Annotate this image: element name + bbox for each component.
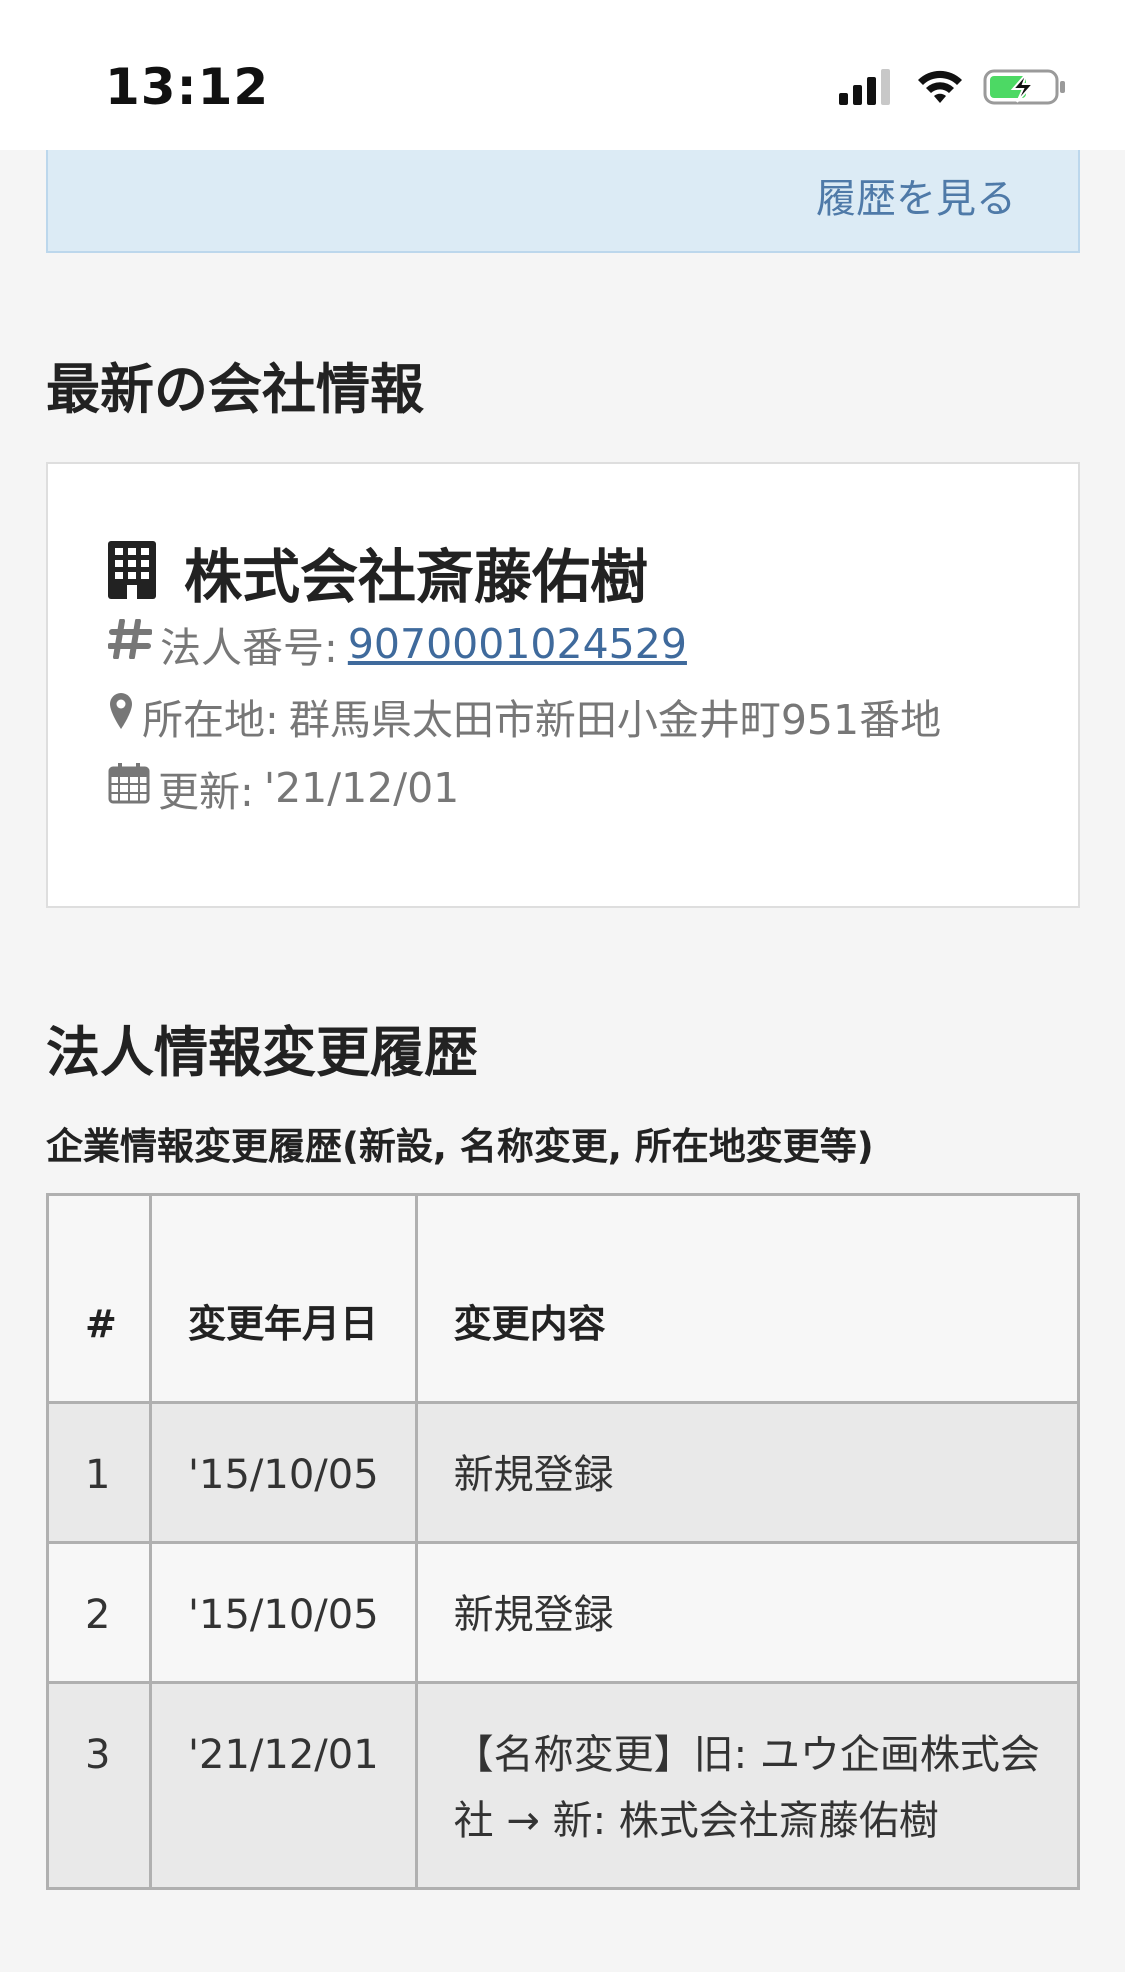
- company-card: 株式会社斎藤佑樹 法人番号: 9070001024529 所在地: 群馬県太田市…: [46, 462, 1080, 908]
- history-banner: 履歴を見る: [46, 150, 1080, 253]
- battery-charging-icon: [983, 67, 1067, 111]
- row-date: '21/12/01: [149, 1681, 418, 1890]
- row-date: '15/10/05: [149, 1401, 418, 1544]
- row-content: 新規登録: [414, 1541, 1081, 1684]
- hash-icon: [107, 618, 153, 669]
- table-row: 3 '21/12/01 【名称変更】旧: ユウ企画株式会社 → 新: 株式会社斎…: [46, 1681, 1081, 1890]
- company-name-row: 株式会社斎藤佑樹: [108, 530, 648, 614]
- row-content: 新規登録: [414, 1401, 1081, 1544]
- latest-info-title: 最新の会社情報: [46, 358, 424, 421]
- building-icon: [108, 541, 156, 603]
- table-row: 1 '15/10/05 新規登録: [46, 1401, 1081, 1544]
- status-bar: 13:12: [0, 0, 1125, 150]
- company-name: 株式会社斎藤佑樹: [184, 543, 649, 611]
- status-time: 13:12: [105, 58, 270, 116]
- row-num: 1: [46, 1401, 152, 1544]
- row-num: 2: [46, 1541, 152, 1684]
- corp-number-row: 法人番号: 9070001024529: [107, 614, 687, 674]
- table-row: 2 '15/10/05 新規登録: [46, 1541, 1081, 1684]
- page-content: 履歴を見る 最新の会社情報 株式会社斎藤佑樹 法人番号: 90700010245…: [46, 150, 1081, 1890]
- status-icons: [837, 64, 1067, 114]
- table-header-row: # 変更年月日 変更内容: [46, 1193, 1081, 1404]
- address-value: 群馬県太田市新田小金井町951番地: [288, 696, 942, 744]
- change-history-title: 法人情報変更履歴: [46, 1021, 478, 1084]
- change-history-table: # 変更年月日 変更内容 1 '15/10/05 新規登録 2 '15/10/0…: [46, 1193, 1081, 1890]
- map-marker-icon: [108, 691, 134, 741]
- row-date: '15/10/05: [149, 1541, 418, 1684]
- header-content: 変更内容: [414, 1193, 1081, 1404]
- wifi-icon: [915, 67, 965, 111]
- address-label: 所在地:: [142, 696, 279, 744]
- updated-label: 更新:: [158, 768, 254, 816]
- updated-row: 更新: '21/12/01: [108, 758, 459, 818]
- row-content: 【名称変更】旧: ユウ企画株式会社 → 新: 株式会社斎藤佑樹: [414, 1681, 1081, 1890]
- change-history-caption: 企業情報変更履歴(新設, 名称変更, 所在地変更等): [46, 1125, 874, 1168]
- calendar-icon: [108, 762, 150, 814]
- header-date: 変更年月日: [149, 1193, 418, 1404]
- cellular-signal-icon: [837, 67, 897, 111]
- corp-number-link[interactable]: 9070001024529: [348, 620, 687, 668]
- row-num: 3: [46, 1681, 152, 1890]
- header-num: #: [46, 1193, 152, 1404]
- updated-value: '21/12/01: [263, 764, 460, 812]
- corp-number-label: 法人番号:: [160, 624, 338, 672]
- view-history-link[interactable]: 履歴を見る: [816, 166, 1016, 224]
- address-row: 所在地: 群馬県太田市新田小金井町951番地: [108, 686, 941, 746]
